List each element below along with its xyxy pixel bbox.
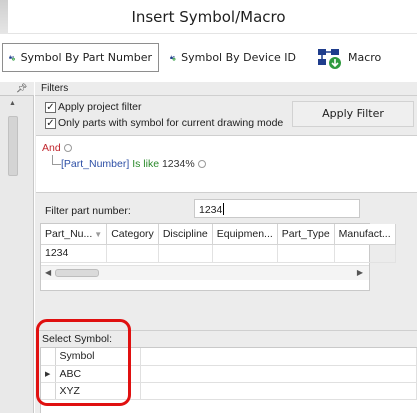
filter-condition[interactable]: [Part_Number] Is like 1234% xyxy=(61,158,206,170)
parts-table: Part_Nu... ▼ Category Discipline Equipmen… xyxy=(40,223,396,291)
symbol-by-device-id-label: Symbol By Device ID xyxy=(181,51,296,64)
macro-icon xyxy=(318,48,341,69)
column-part-type[interactable]: Part_Type xyxy=(277,224,335,245)
macro-label: Macro xyxy=(348,51,382,64)
left-panel-scrollbar[interactable]: ▲ xyxy=(6,100,20,400)
device-id-symbol-icon: ID xyxy=(170,55,175,61)
and-operator[interactable]: And xyxy=(42,142,72,154)
left-panel: 📌︎ ▲ xyxy=(0,82,34,413)
add-condition-icon[interactable] xyxy=(63,144,72,152)
table-cell[interactable] xyxy=(334,244,396,263)
table-cell[interactable] xyxy=(158,244,213,263)
filter-part-number-label: Filter part number: xyxy=(45,205,131,217)
table-cell[interactable] xyxy=(106,244,159,263)
macro-button[interactable]: Macro xyxy=(310,43,390,72)
table-row[interactable]: 1234 xyxy=(41,244,396,263)
pin-icon[interactable]: 📌︎ xyxy=(16,83,27,94)
text-cursor xyxy=(223,203,225,215)
toolbar: # Symbol By Part Number ID Symbol By Dev… xyxy=(0,35,417,81)
condition-operator[interactable]: Is like xyxy=(132,158,159,170)
symbol-by-device-id-button[interactable]: ID Symbol By Device ID xyxy=(163,43,303,72)
filters-header: Filters xyxy=(35,82,417,96)
hscroll-thumb[interactable] xyxy=(55,269,99,277)
left-panel-header: 📌︎ xyxy=(0,82,34,96)
column-filter-icon[interactable]: ▼ xyxy=(94,230,102,239)
only-parts-with-symbol-label: Only parts with symbol for current drawi… xyxy=(58,117,284,129)
column-manufacturer[interactable]: Manufact... xyxy=(334,224,396,245)
header-filler xyxy=(140,348,417,366)
table-cell[interactable]: 1234 xyxy=(41,244,108,263)
apply-project-filter-label: Apply project filter xyxy=(58,101,142,113)
parts-table-hscrollbar[interactable]: ◀ ▶ xyxy=(41,265,369,280)
symbol-by-part-number-button[interactable]: # Symbol By Part Number xyxy=(2,43,159,72)
column-equipment[interactable]: Equipmen... xyxy=(212,224,278,245)
only-parts-with-symbol-checkbox[interactable]: ✓ xyxy=(45,118,56,129)
apply-filter-button[interactable]: Apply Filter xyxy=(292,101,414,127)
filters-header-label: Filters xyxy=(41,83,69,94)
tree-connector xyxy=(52,155,61,165)
filter-part-number-value: 1234 xyxy=(199,204,223,216)
scroll-left-icon[interactable]: ◀ xyxy=(45,268,51,277)
condition-value[interactable]: 1234% xyxy=(162,158,195,170)
title-bar: Insert Symbol/Macro xyxy=(0,0,417,34)
table-cell[interactable] xyxy=(212,244,278,263)
filter-expression-box: And [Part_Number] Is like 1234% xyxy=(36,135,417,193)
symbol-by-part-number-label: Symbol By Part Number xyxy=(20,51,152,64)
scroll-up-icon[interactable]: ▲ xyxy=(9,100,16,107)
window-title: Insert Symbol/Macro xyxy=(131,8,286,26)
highlight-annotation xyxy=(36,319,131,406)
row-filler xyxy=(140,365,417,383)
column-category[interactable]: Category xyxy=(106,224,159,245)
part-number-symbol-icon: # xyxy=(9,54,15,61)
condition-field[interactable]: [Part_Number] xyxy=(61,158,129,170)
filter-part-number-input[interactable]: 1234 xyxy=(194,199,360,218)
row-filler xyxy=(140,382,417,400)
column-discipline[interactable]: Discipline xyxy=(158,224,213,245)
scroll-right-icon[interactable]: ▶ xyxy=(357,268,363,277)
table-cell[interactable] xyxy=(277,244,335,263)
parts-table-header: Part_Nu... ▼ Category Discipline Equipmen… xyxy=(41,224,396,245)
remove-condition-icon[interactable] xyxy=(197,160,206,168)
and-operator-label: And xyxy=(42,142,61,154)
apply-project-filter-checkbox[interactable]: ✓ xyxy=(45,102,56,113)
column-part-number[interactable]: Part_Nu... ▼ xyxy=(41,224,108,245)
scrollbar-thumb[interactable] xyxy=(8,116,18,176)
